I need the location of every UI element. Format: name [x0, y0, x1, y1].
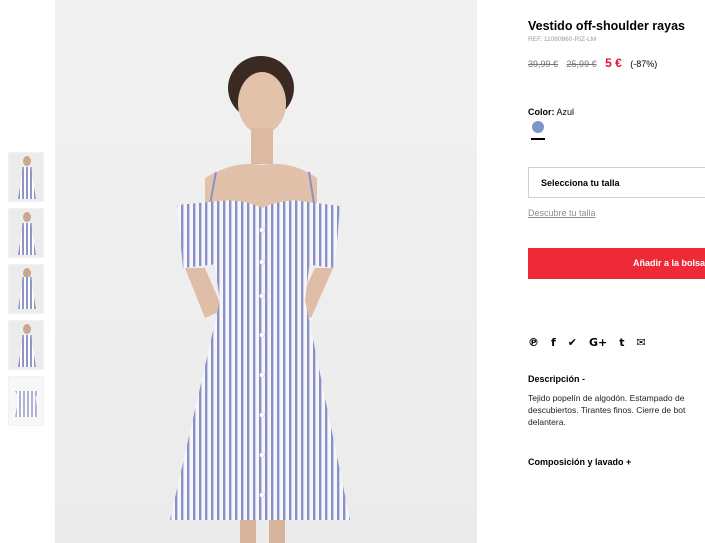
thumbnail-image [23, 324, 31, 334]
thumbnail-image [18, 167, 36, 199]
sale-price: 5 € [605, 56, 622, 70]
thumbnail-image [23, 268, 31, 278]
size-select[interactable]: Selecciona tu talla [528, 167, 705, 198]
product-title: Vestido off-shoulder rayas [528, 19, 685, 33]
google-plus-icon[interactable]: G+ [589, 336, 607, 349]
add-to-bag-button[interactable]: Añadir a la bolsa [528, 248, 705, 279]
share-bar: ℗ f ✔ G+ t ✉ [528, 336, 658, 349]
selected-swatch-indicator [531, 138, 545, 140]
description-line: delantera. [528, 417, 566, 427]
color-heading: Color: [528, 107, 555, 117]
price-block: 39,99 € 25,99 € 5 € (-87%) [528, 56, 657, 70]
product-reference: REF. 11080860-RIZ-LM [528, 36, 597, 43]
thumbnail-image [15, 391, 39, 417]
pinterest-icon[interactable]: ℗ [528, 336, 539, 349]
description-heading[interactable]: Descripción - [528, 374, 585, 384]
email-icon[interactable]: ✉ [637, 336, 646, 349]
thumbnail-detail[interactable] [8, 320, 44, 370]
description-line: descubiertos. Tirantes finos. Cierre de … [528, 405, 686, 415]
thumbnail-image [18, 223, 36, 255]
model-illustration [170, 56, 350, 543]
thumbnail-image [18, 277, 36, 309]
size-guide-link[interactable]: Descubre tu talla [528, 208, 596, 218]
twitter-icon[interactable]: ✔ [568, 336, 577, 349]
thumbnail-list [8, 152, 44, 432]
composition-heading[interactable]: Composición y lavado + [528, 457, 631, 467]
facebook-icon[interactable]: f [551, 336, 556, 349]
color-label: Color: Azul [528, 107, 574, 117]
thumbnail-image [18, 335, 36, 367]
original-price: 39,99 € [528, 59, 559, 69]
color-value: Azul [556, 107, 575, 117]
description-text: Tejido popelín de algodón. Estampado de … [528, 392, 705, 428]
color-swatch-azul[interactable] [532, 121, 544, 133]
thumbnail-image [23, 156, 31, 166]
previous-price: 25,99 € [566, 59, 597, 69]
thumbnail-image [23, 212, 31, 222]
thumbnail-flat[interactable] [8, 376, 44, 426]
thumbnail-front[interactable] [8, 152, 44, 202]
thumbnail-full[interactable] [8, 208, 44, 258]
main-product-image [55, 0, 477, 543]
tumblr-icon[interactable]: t [619, 336, 624, 349]
discount-badge: (-87%) [630, 59, 658, 69]
description-line: Tejido popelín de algodón. Estampado de [528, 393, 685, 403]
thumbnail-back[interactable] [8, 264, 44, 314]
